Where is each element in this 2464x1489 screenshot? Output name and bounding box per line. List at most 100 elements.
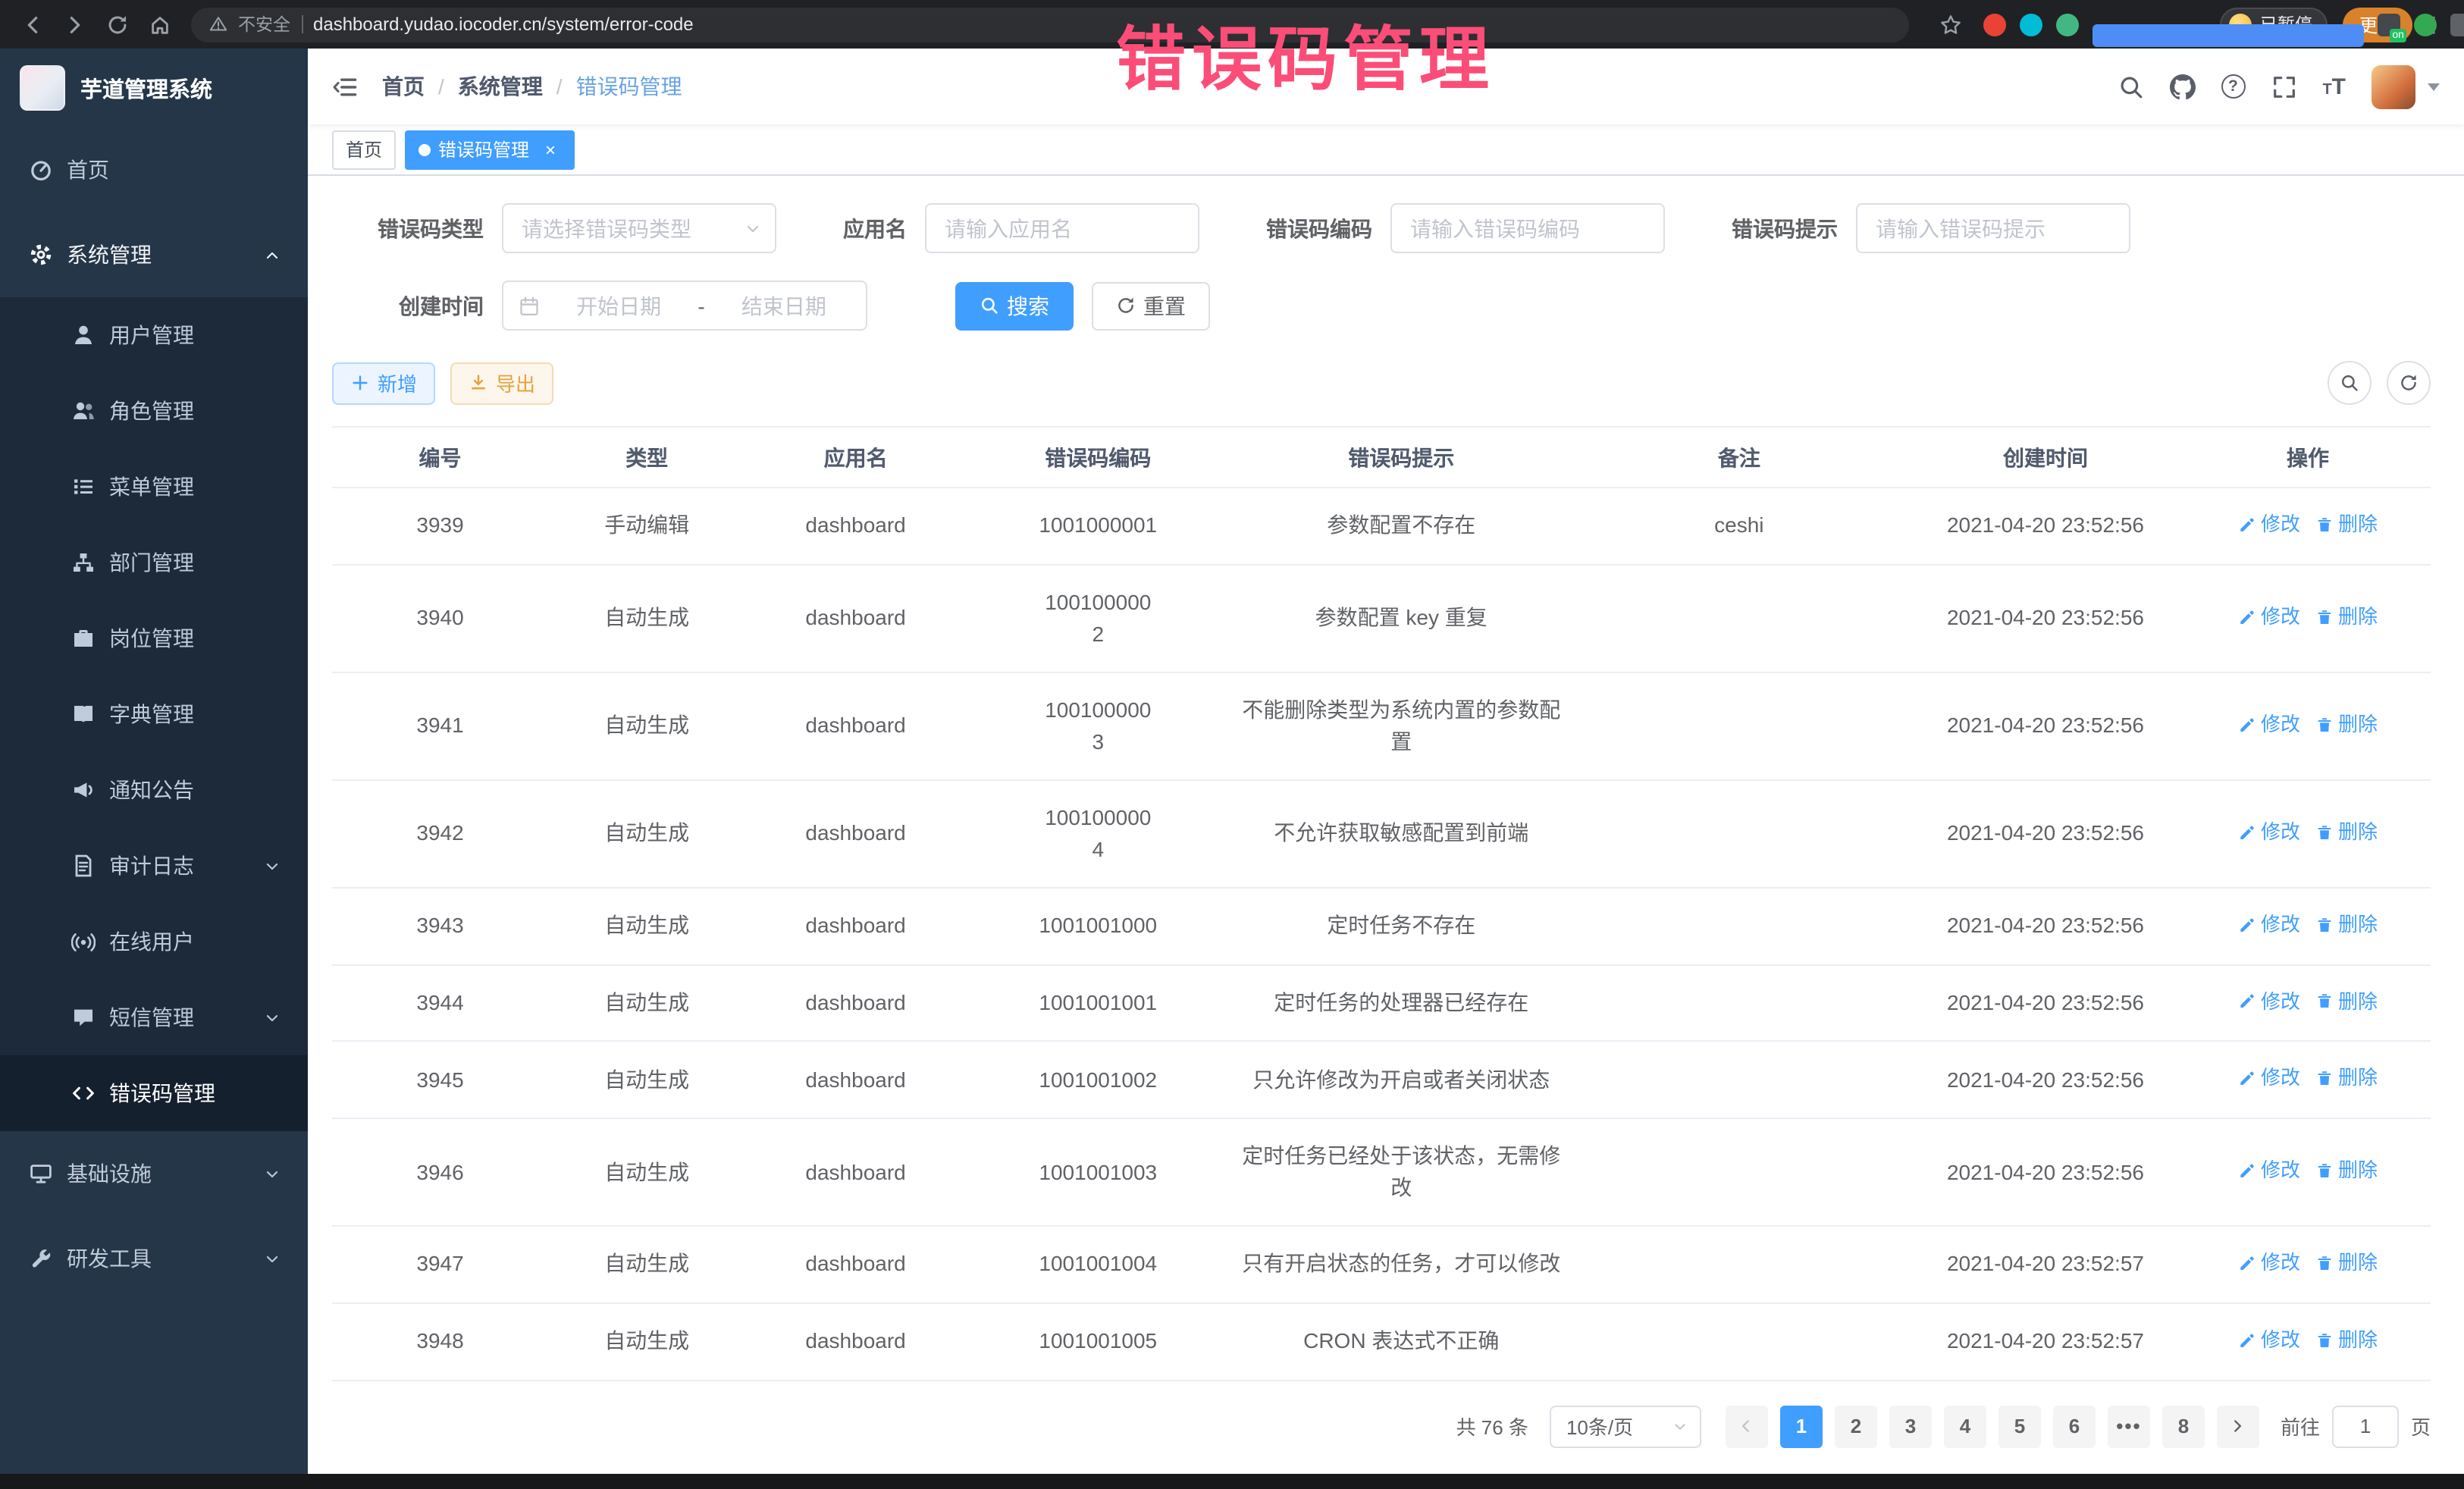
browser-back-button[interactable] bbox=[12, 5, 52, 44]
search-icon[interactable] bbox=[2118, 74, 2143, 99]
search-button[interactable]: 搜索 bbox=[955, 281, 1074, 330]
delete-link[interactable]: 删除 bbox=[2315, 710, 2378, 739]
create-time-range-picker[interactable]: 开始日期 - 结束日期 bbox=[502, 281, 867, 331]
edit-label: 修改 bbox=[2261, 509, 2300, 539]
pagination-page-1[interactable]: 1 bbox=[1780, 1405, 1823, 1447]
sidebar-item-home[interactable]: 首页 bbox=[0, 127, 308, 212]
sidebar-item-system[interactable]: 系统管理 bbox=[0, 212, 308, 297]
error-type-select[interactable]: 请选择错误码类型 bbox=[502, 203, 776, 253]
cell-msg: 不允许获取敏感配置到前端 bbox=[1230, 780, 1572, 888]
cell-remark: ceshi bbox=[1572, 487, 1906, 565]
sidebar-item-user[interactable]: 用户管理 bbox=[0, 297, 308, 373]
add-button[interactable]: 新增 bbox=[332, 362, 435, 404]
extension-icon-grid[interactable] bbox=[2093, 24, 2365, 46]
edit-link[interactable]: 修改 bbox=[2238, 817, 2300, 847]
page-size-select[interactable]: 10条/页 bbox=[1550, 1405, 1701, 1447]
error-code-input[interactable] bbox=[1390, 203, 1665, 253]
delete-link[interactable]: 删除 bbox=[2315, 1155, 2378, 1185]
cell-actions: 修改删除 bbox=[2185, 565, 2431, 672]
delete-link[interactable]: 删除 bbox=[2315, 602, 2378, 632]
delete-link[interactable]: 删除 bbox=[2315, 910, 2378, 939]
sidebar-item-role[interactable]: 角色管理 bbox=[0, 373, 308, 449]
font-size-icon[interactable]: TT bbox=[2322, 75, 2346, 98]
sidebar-item-label: 用户管理 bbox=[109, 320, 194, 350]
cell-id: 3941 bbox=[332, 672, 548, 780]
extension-icon-proxy-on[interactable]: on bbox=[2378, 13, 2401, 36]
sidebar-item-infra[interactable]: 基础设施 bbox=[0, 1131, 308, 1216]
sidebar-item-label: 短信管理 bbox=[109, 1002, 194, 1033]
sidebar-item-dict[interactable]: 字典管理 bbox=[0, 676, 308, 752]
chevron-down-icon[interactable] bbox=[2428, 83, 2440, 90]
pagination-page-6[interactable]: 6 bbox=[2053, 1405, 2096, 1447]
edit-link[interactable]: 修改 bbox=[2238, 910, 2300, 939]
toggle-search-button[interactable] bbox=[2328, 361, 2372, 405]
browser-forward-button[interactable] bbox=[55, 5, 94, 44]
export-button[interactable]: 导出 bbox=[450, 362, 553, 404]
user-avatar[interactable] bbox=[2372, 64, 2415, 108]
app-logo[interactable]: 芋道管理系统 bbox=[0, 49, 308, 127]
delete-link[interactable]: 删除 bbox=[2315, 986, 2378, 1016]
breadcrumb-item[interactable]: 首页 bbox=[382, 71, 425, 102]
app-name-input[interactable] bbox=[925, 203, 1199, 253]
edit-link[interactable]: 修改 bbox=[2238, 1248, 2300, 1277]
pagination-pages: 123456 ••• 8 bbox=[1774, 1405, 2211, 1447]
chevron-down-icon bbox=[1672, 1418, 1688, 1434]
fullscreen-icon[interactable] bbox=[2271, 74, 2296, 99]
edit-link[interactable]: 修改 bbox=[2238, 602, 2300, 632]
edit-link[interactable]: 修改 bbox=[2238, 1325, 2300, 1355]
sidebar-item-sms[interactable]: 短信管理 bbox=[0, 980, 308, 1055]
refresh-table-button[interactable] bbox=[2387, 361, 2431, 405]
extension-icon-record[interactable] bbox=[1984, 13, 2007, 36]
edit-link[interactable]: 修改 bbox=[2238, 986, 2300, 1016]
goto-page-input[interactable] bbox=[2332, 1405, 2399, 1447]
table-toolbar: 新增 导出 bbox=[332, 361, 2431, 405]
post-icon bbox=[71, 626, 96, 650]
bookmark-star-icon[interactable] bbox=[1931, 5, 1970, 44]
tab-close-icon[interactable]: × bbox=[540, 139, 561, 160]
sidebar-item-menu[interactable]: 菜单管理 bbox=[0, 449, 308, 525]
chevron-down-icon bbox=[264, 857, 281, 874]
sidebar-item-audit-log[interactable]: 审计日志 bbox=[0, 828, 308, 904]
pagination-more-button[interactable]: ••• bbox=[2108, 1405, 2150, 1447]
extension-icon-vue-devtools[interactable] bbox=[2057, 13, 2080, 36]
delete-link[interactable]: 删除 bbox=[2315, 1325, 2378, 1355]
edit-link[interactable]: 修改 bbox=[2238, 710, 2300, 739]
sidebar-item-dept[interactable]: 部门管理 bbox=[0, 525, 308, 600]
pagination-page-3[interactable]: 3 bbox=[1889, 1405, 1932, 1447]
filter-row-1: 错误码类型请选择错误码类型应用名错误码编码错误码提示 bbox=[332, 203, 2431, 253]
github-icon[interactable] bbox=[2169, 74, 2195, 99]
pagination-page-4[interactable]: 4 bbox=[1944, 1405, 1986, 1447]
cell-msg: 参数配置 key 重复 bbox=[1230, 565, 1572, 672]
sidebar-item-post[interactable]: 岗位管理 bbox=[0, 600, 308, 676]
delete-link[interactable]: 删除 bbox=[2315, 509, 2378, 539]
browser-reload-button[interactable] bbox=[97, 5, 136, 44]
sidebar-item-dev-tools[interactable]: 研发工具 bbox=[0, 1216, 308, 1301]
sidebar-item-notice[interactable]: 通知公告 bbox=[0, 752, 308, 828]
pagination-page-2[interactable]: 2 bbox=[1835, 1405, 1877, 1447]
table-row: 3945自动生成dashboard1001001002只允许修改为开启或者关闭状… bbox=[332, 1042, 2431, 1119]
delete-link[interactable]: 删除 bbox=[2315, 817, 2378, 847]
pagination-page-5[interactable]: 5 bbox=[1998, 1405, 2041, 1447]
delete-link[interactable]: 删除 bbox=[2315, 1064, 2378, 1093]
extensions-puzzle-icon[interactable] bbox=[2451, 13, 2464, 36]
tab-error-code[interactable]: 错误码管理× bbox=[405, 130, 575, 169]
edit-link[interactable]: 修改 bbox=[2238, 509, 2300, 539]
breadcrumb-item[interactable]: 系统管理 bbox=[458, 71, 543, 102]
pagination-page-8[interactable]: 8 bbox=[2162, 1405, 2205, 1447]
edit-link[interactable]: 修改 bbox=[2238, 1155, 2300, 1185]
pagination-prev-button[interactable] bbox=[1726, 1405, 1768, 1447]
help-icon[interactable]: ? bbox=[2221, 74, 2245, 99]
extension-icon-teal[interactable] bbox=[2020, 13, 2043, 36]
browser-home-button[interactable] bbox=[140, 5, 179, 44]
cell-type: 自动生成 bbox=[548, 672, 745, 780]
pagination-next-button[interactable] bbox=[2217, 1405, 2259, 1447]
address-bar[interactable]: 不安全 dashboard.yudao.iocoder.cn/system/er… bbox=[191, 7, 1910, 42]
edit-link[interactable]: 修改 bbox=[2238, 1064, 2300, 1093]
sidebar-item-online-user[interactable]: 在线用户 bbox=[0, 904, 308, 980]
sidebar-item-error-code[interactable]: 错误码管理 bbox=[0, 1055, 308, 1131]
delete-link[interactable]: 删除 bbox=[2315, 1248, 2378, 1277]
tab-home[interactable]: 首页 bbox=[332, 130, 396, 169]
error-hint-input[interactable] bbox=[1856, 203, 2130, 253]
sidebar-toggle-button[interactable] bbox=[332, 74, 358, 99]
reset-button[interactable]: 重置 bbox=[1092, 281, 1210, 330]
